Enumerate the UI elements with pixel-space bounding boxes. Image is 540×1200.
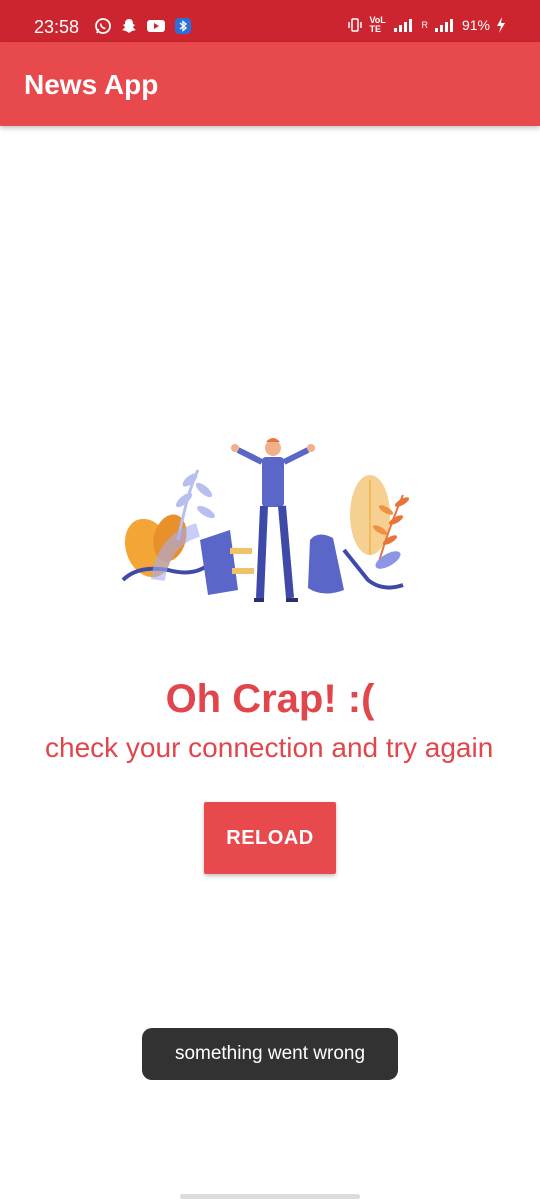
notification-icons [94, 17, 192, 40]
error-title: Oh Crap! :( [165, 677, 375, 721]
app-title: News App [24, 69, 159, 100]
system-status: VoLTE R 91% [347, 16, 506, 34]
reload-button[interactable]: RELOAD [204, 802, 336, 874]
toast-message: something went wrong [142, 1028, 398, 1080]
status-bar: 23:58 VoLTE R 91% [0, 0, 540, 42]
vibrate-icon [347, 17, 363, 33]
app-bar: News App [0, 42, 540, 126]
roaming-signal-icon [434, 18, 456, 32]
volte-icon: VoLTE [369, 15, 386, 34]
status-time: 23:58 [34, 17, 80, 37]
charging-icon [496, 17, 506, 33]
snapchat-icon [120, 17, 138, 40]
bluetooth-icon [174, 17, 192, 40]
app-screen: 23:58 VoLTE R 91% News App Oh Crap!:(c… [0, 0, 540, 1200]
whatsapp-icon [94, 17, 112, 40]
error-message: check your connection and try again [45, 732, 494, 763]
roaming-label: R [421, 20, 428, 30]
youtube-icon [146, 18, 166, 39]
battery-level: 91% [461, 17, 490, 33]
home-indicator[interactable] [180, 1194, 360, 1199]
signal-icon [393, 18, 415, 32]
disconnected-plug-illustration [118, 430, 418, 610]
